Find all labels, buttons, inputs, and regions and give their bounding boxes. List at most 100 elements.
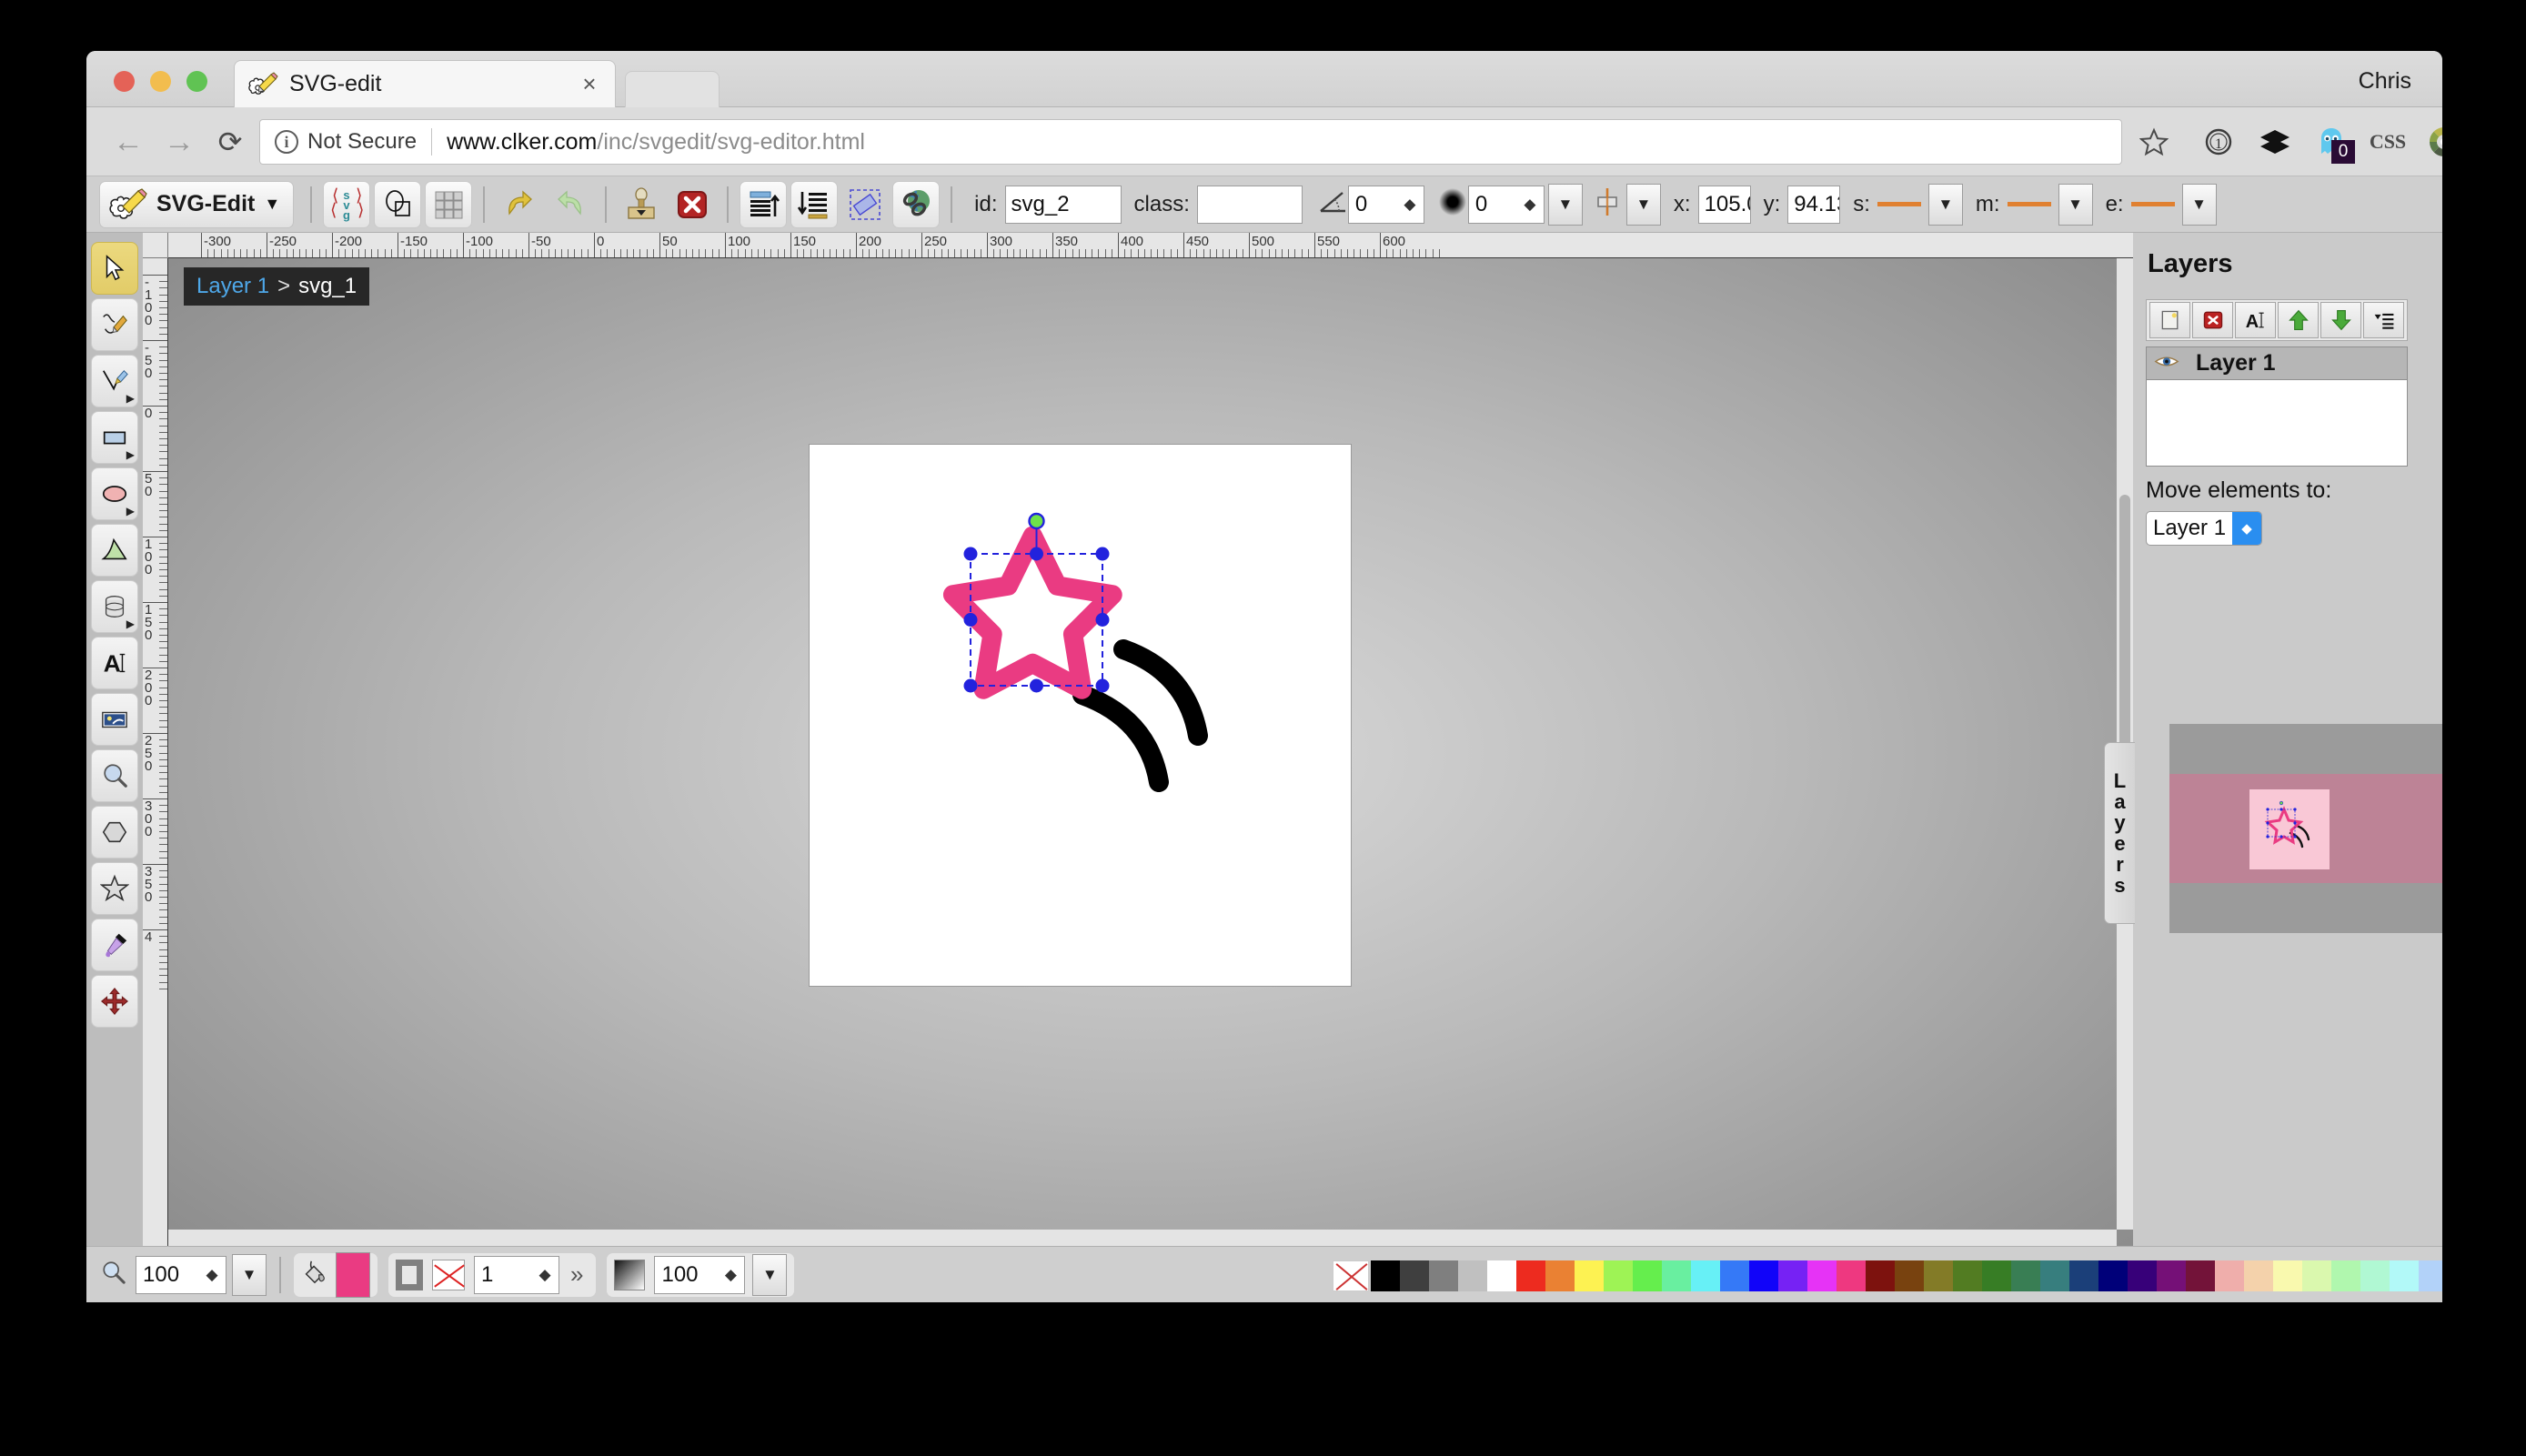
paint-bucket-icon[interactable]: [301, 1259, 328, 1290]
opacity-dropdown[interactable]: ▼: [752, 1254, 787, 1296]
palette-swatch[interactable]: [1895, 1260, 1924, 1291]
palette-swatch[interactable]: [1633, 1260, 1662, 1291]
stroke-width-stepper[interactable]: 1 ◆: [474, 1256, 559, 1294]
delete-button[interactable]: [669, 181, 716, 228]
no-stroke-icon[interactable]: [432, 1260, 465, 1290]
move-to-bottom-button[interactable]: [790, 181, 838, 228]
blur-stepper[interactable]: 0 ◆: [1468, 186, 1545, 224]
align-icon[interactable]: [1592, 186, 1623, 222]
layer-options-button[interactable]: [2363, 302, 2404, 338]
palette-swatch[interactable]: [2040, 1260, 2069, 1291]
tool-zoom[interactable]: [91, 749, 138, 802]
palette-swatch[interactable]: [1924, 1260, 1953, 1291]
browser-tab[interactable]: SVG-edit ×: [234, 60, 616, 107]
palette-swatch[interactable]: [2331, 1260, 2360, 1291]
palette-swatch[interactable]: [2419, 1260, 2442, 1291]
layers-stack-icon[interactable]: [2253, 122, 2297, 162]
move-elements-select[interactable]: Layer 1 ◆: [2146, 511, 2262, 546]
address-bar[interactable]: i Not Secure www.clker.com /inc/svgedit/…: [259, 119, 2122, 165]
tool-path[interactable]: [91, 524, 138, 577]
color-palette[interactable]: [1333, 1260, 2442, 1291]
zoom-stepper[interactable]: 100 ◆: [136, 1256, 226, 1294]
palette-swatch[interactable]: [2273, 1260, 2302, 1291]
tool-eyedropper[interactable]: [91, 919, 138, 971]
source-view-button[interactable]: ⟨ ⟩ ⟨ ⟩ s v g: [323, 181, 370, 228]
tool-text[interactable]: A: [91, 637, 138, 689]
stepper-arrows-icon[interactable]: ◆: [531, 1257, 559, 1293]
angle-stepper[interactable]: 0 ◆: [1348, 186, 1424, 224]
stroke-dash-dropdown[interactable]: ▼: [1928, 184, 1963, 226]
stepper-arrows-icon[interactable]: ◆: [2232, 512, 2261, 545]
tool-shapelib[interactable]: ▶: [91, 580, 138, 633]
palette-swatch[interactable]: [1604, 1260, 1633, 1291]
layers-side-tab[interactable]: L a y e r s: [2104, 742, 2135, 924]
tool-rectangle[interactable]: ▶: [91, 411, 138, 464]
palette-swatch[interactable]: [1458, 1260, 1487, 1291]
stepper-arrows-icon[interactable]: ◆: [1516, 186, 1544, 223]
tool-move-all[interactable]: [91, 975, 138, 1028]
class-input[interactable]: [1197, 186, 1303, 224]
palette-swatch[interactable]: [2011, 1260, 2040, 1291]
move-to-top-button[interactable]: [740, 181, 787, 228]
window-zoom-button[interactable]: [186, 71, 207, 92]
grid-snap-button[interactable]: [425, 181, 472, 228]
palette-swatch[interactable]: [2215, 1260, 2244, 1291]
close-icon[interactable]: ×: [577, 70, 602, 98]
svg-page[interactable]: [810, 445, 1351, 986]
palette-swatch[interactable]: [1749, 1260, 1778, 1291]
tool-pencil[interactable]: [91, 298, 138, 351]
palette-swatch[interactable]: [2186, 1260, 2215, 1291]
palette-swatch[interactable]: [1516, 1260, 1545, 1291]
palette-swatch[interactable]: [1575, 1260, 1604, 1291]
palette-swatch[interactable]: [2069, 1260, 2098, 1291]
blur-dropdown[interactable]: ▼: [1548, 184, 1583, 226]
css-icon[interactable]: CSS: [2366, 122, 2410, 162]
x-input[interactable]: 105.0: [1698, 186, 1751, 224]
stepper-arrows-icon[interactable]: ◆: [1396, 186, 1424, 223]
tool-ellipse[interactable]: ▶: [91, 467, 138, 520]
undo-button[interactable]: [496, 181, 543, 228]
stepper-arrows-icon[interactable]: ◆: [717, 1257, 744, 1293]
palette-swatch[interactable]: [2244, 1260, 2273, 1291]
move-layer-down-button[interactable]: [2320, 302, 2361, 338]
no-color-swatch[interactable]: [1333, 1260, 1369, 1291]
palette-swatch[interactable]: [1807, 1260, 1837, 1291]
palette-swatch[interactable]: [1400, 1260, 1429, 1291]
layer-row[interactable]: Layer 1: [2147, 347, 2407, 380]
profile-name[interactable]: Chris: [2359, 68, 2411, 95]
palette-swatch[interactable]: [1982, 1260, 2011, 1291]
palette-swatch[interactable]: [1429, 1260, 1458, 1291]
palette-swatch[interactable]: [1778, 1260, 1807, 1291]
palette-swatch[interactable]: [2302, 1260, 2331, 1291]
ghostery-icon[interactable]: 0: [2310, 122, 2353, 162]
move-layer-up-button[interactable]: [2278, 302, 2319, 338]
clone-button[interactable]: [618, 181, 665, 228]
stepper-arrows-icon[interactable]: ◆: [198, 1257, 226, 1293]
palette-swatch[interactable]: [2128, 1260, 2157, 1291]
stroke-more-button[interactable]: »: [570, 1260, 583, 1289]
tool-path-line[interactable]: ▶: [91, 355, 138, 407]
window-minimize-button[interactable]: [150, 71, 171, 92]
palette-swatch[interactable]: [1866, 1260, 1895, 1291]
reload-icon[interactable]: ⟳: [208, 120, 252, 164]
tool-star[interactable]: [91, 862, 138, 915]
new-layer-button[interactable]: [2149, 302, 2190, 338]
palette-swatch[interactable]: [1662, 1260, 1691, 1291]
new-tab-placeholder[interactable]: [625, 71, 720, 107]
palette-swatch[interactable]: [1691, 1260, 1720, 1291]
palette-swatch[interactable]: [1720, 1260, 1749, 1291]
fill-color-swatch[interactable]: [336, 1252, 370, 1298]
redo-button[interactable]: [547, 181, 594, 228]
app-menu-button[interactable]: SVG-Edit ▼: [99, 181, 294, 228]
id-input[interactable]: svg_2: [1005, 186, 1122, 224]
tool-polygon[interactable]: [91, 806, 138, 859]
palette-swatch[interactable]: [2360, 1260, 2390, 1291]
drawing-canvas[interactable]: Layer 1 > svg_1: [168, 258, 2133, 1246]
align-dropdown[interactable]: ▼: [1626, 184, 1661, 226]
palette-swatch[interactable]: [1953, 1260, 1982, 1291]
bookmark-star-icon[interactable]: [2131, 119, 2177, 165]
horizontal-scrollbar[interactable]: [168, 1230, 2117, 1246]
palette-swatch[interactable]: [2157, 1260, 2186, 1291]
palette-swatch[interactable]: [1837, 1260, 1866, 1291]
zoom-dropdown[interactable]: ▼: [232, 1254, 267, 1296]
